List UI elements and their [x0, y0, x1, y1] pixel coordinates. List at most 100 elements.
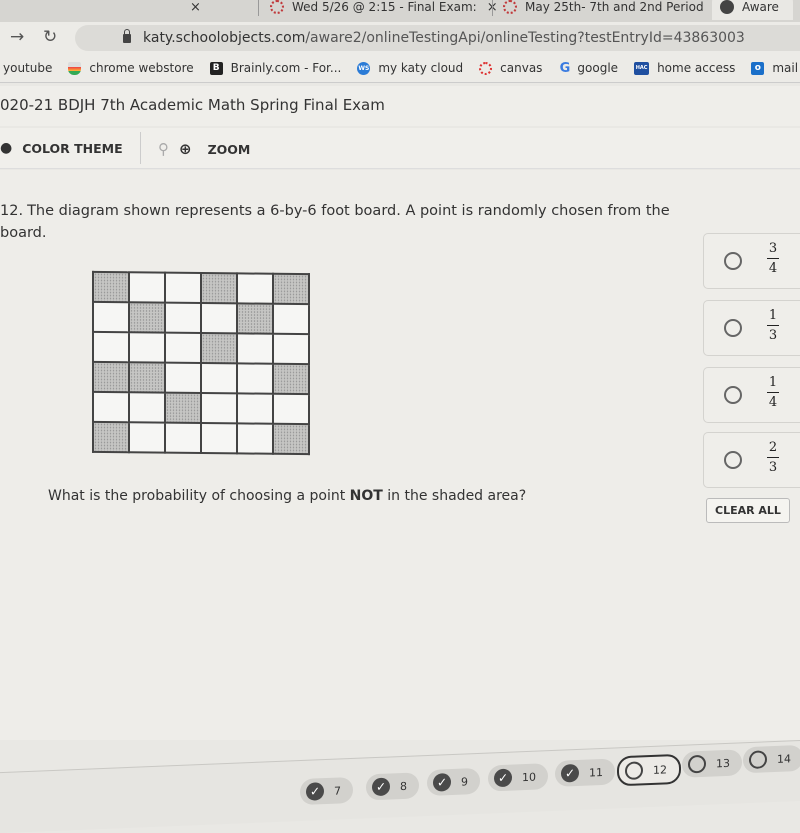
question-text: 12. The diagram shown represents a 6-by-6…: [0, 200, 670, 244]
board-row: [93, 391, 309, 425]
bookmark-home-access[interactable]: HAC home access: [634, 61, 735, 75]
board-row: [93, 301, 309, 335]
tab-close-icon[interactable]: ×: [190, 0, 201, 15]
board-cell: [165, 272, 201, 303]
prompt-emphasis: NOT: [349, 488, 383, 504]
board-diagram: [92, 271, 310, 455]
board-cell: [237, 333, 273, 364]
zoom-controls: ⚲ ⊕ ZOOM: [158, 140, 250, 158]
question-nav-label: 13: [716, 756, 730, 770]
prompt-text: in the shaded area?: [382, 488, 527, 504]
fraction-bar: [767, 392, 779, 393]
bookmark-label: canvas: [500, 61, 543, 75]
bookmark-label: google: [577, 61, 619, 75]
question-prompt: What is the probability of choosing a po…: [48, 488, 526, 504]
webstore-icon: [68, 61, 82, 75]
board-cell-shaded: [273, 363, 309, 395]
answer-choice-d[interactable]: 2 3: [703, 432, 800, 488]
answer-choice-a[interactable]: 3 4: [703, 233, 800, 289]
check-icon: ✓: [561, 763, 579, 783]
radio-button[interactable]: [724, 451, 742, 469]
bookmark-mail[interactable]: o mail: [751, 61, 798, 75]
browser-nav-bar: → ↻ ⌂ katy.schoolobjects.com/aware2/onli…: [0, 22, 800, 54]
zoom-out-icon[interactable]: ⚲: [158, 140, 169, 158]
question-navigator: ✓ 7 ✓ 8 ✓ 9 ✓ 10 ✓ 11 12 13 14: [0, 740, 800, 833]
question-nav-11[interactable]: ✓ 11: [555, 758, 615, 787]
board-cell-shaded: [93, 421, 129, 453]
board-cell: [129, 332, 165, 363]
question-nav-9[interactable]: ✓ 9: [427, 767, 480, 796]
board-cell-shaded: [201, 273, 237, 304]
tab-may-25th[interactable]: May 25th- 7th and 2nd Period ×: [503, 0, 729, 20]
answer-choice-c[interactable]: 1 4: [703, 367, 800, 423]
fraction: 3 4: [766, 240, 780, 277]
canvas-icon: [270, 0, 284, 14]
question-nav-label: 10: [522, 770, 536, 784]
board-cell: [201, 363, 237, 394]
board-row: [93, 331, 309, 365]
board-cell-shaded: [93, 271, 129, 303]
bookmark-my-katy-cloud[interactable]: WS my katy cloud: [357, 61, 463, 75]
board-cell-shaded: [201, 333, 237, 364]
address-bar[interactable]: katy.schoolobjects.com/aware2/onlineTest…: [75, 25, 800, 51]
question-nav-10[interactable]: ✓ 10: [488, 763, 548, 792]
forward-icon[interactable]: →: [10, 27, 24, 47]
denominator: 3: [768, 328, 778, 343]
bookmark-label: youtube: [3, 61, 53, 75]
bookmark-chrome-webstore[interactable]: chrome webstore: [68, 61, 194, 75]
palette-icon: ●: [0, 140, 13, 156]
open-circle-icon: [749, 750, 767, 770]
bookmark-google[interactable]: G google: [558, 61, 619, 76]
board-row: [93, 361, 309, 395]
color-theme-button[interactable]: ● COLOR THEME: [0, 140, 123, 156]
tab-final-exam[interactable]: Wed 5/26 @ 2:15 - Final Exam: ×: [270, 0, 498, 20]
numerator: 2: [768, 440, 778, 455]
check-icon: ✓: [306, 782, 324, 801]
bookmark-brainly[interactable]: B Brainly.com - For...: [209, 61, 342, 75]
denominator: 3: [768, 460, 778, 475]
board-cell-shaded: [93, 361, 129, 393]
bookmark-youtube[interactable]: youtube: [3, 61, 52, 75]
bookmark-label: Brainly.com - For...: [230, 61, 342, 75]
bookmark-label: mail: [772, 61, 799, 75]
clear-all-button[interactable]: CLEAR ALL: [706, 498, 790, 523]
board-cell: [93, 301, 129, 333]
url-host: katy.schoolobjects.com: [143, 30, 306, 46]
zoom-in-icon[interactable]: ⊕: [179, 140, 192, 158]
answer-choice-b[interactable]: 1 3: [703, 300, 800, 356]
question-nav-label: 8: [400, 779, 407, 793]
board-cell: [93, 391, 129, 423]
board-cell: [165, 422, 201, 453]
radio-button[interactable]: [724, 319, 742, 337]
board-cell: [129, 392, 165, 423]
tab-label: May 25th- 7th and 2nd Period: [525, 0, 704, 14]
question-nav-label: 11: [589, 765, 603, 779]
board-cell: [201, 303, 237, 334]
check-icon: ✓: [372, 777, 390, 797]
question-nav-8[interactable]: ✓ 8: [366, 772, 419, 801]
reload-icon[interactable]: ↻: [43, 27, 57, 47]
tab-aware[interactable]: Aware: [712, 0, 793, 20]
radio-button[interactable]: [724, 386, 742, 404]
browser-tab-bar: × Wed 5/26 @ 2:15 - Final Exam: × May 25…: [0, 0, 800, 22]
fraction: 1 4: [766, 374, 780, 411]
board-row: [93, 271, 309, 305]
katy-cloud-icon: WS: [357, 61, 371, 75]
radio-button[interactable]: [724, 252, 742, 270]
board-cell-shaded: [129, 362, 165, 393]
question-nav-7[interactable]: ✓ 7: [300, 776, 353, 806]
board-cell: [93, 331, 129, 363]
tab-separator: [492, 0, 493, 16]
tab-1[interactable]: ×: [180, 0, 201, 20]
question-nav-label: 7: [334, 783, 341, 798]
question-area: 12. The diagram shown represents a 6-by-6…: [0, 170, 800, 740]
board-cell: [237, 393, 273, 424]
question-nav-12[interactable]: 12: [617, 753, 681, 787]
brainly-icon: B: [209, 61, 223, 75]
board-cell: [165, 362, 201, 393]
hac-icon: HAC: [634, 61, 650, 75]
bookmark-canvas[interactable]: canvas: [479, 61, 542, 75]
question-nav-13[interactable]: 13: [682, 749, 742, 778]
canvas-icon: [479, 61, 493, 75]
question-nav-14[interactable]: 14: [743, 744, 800, 774]
